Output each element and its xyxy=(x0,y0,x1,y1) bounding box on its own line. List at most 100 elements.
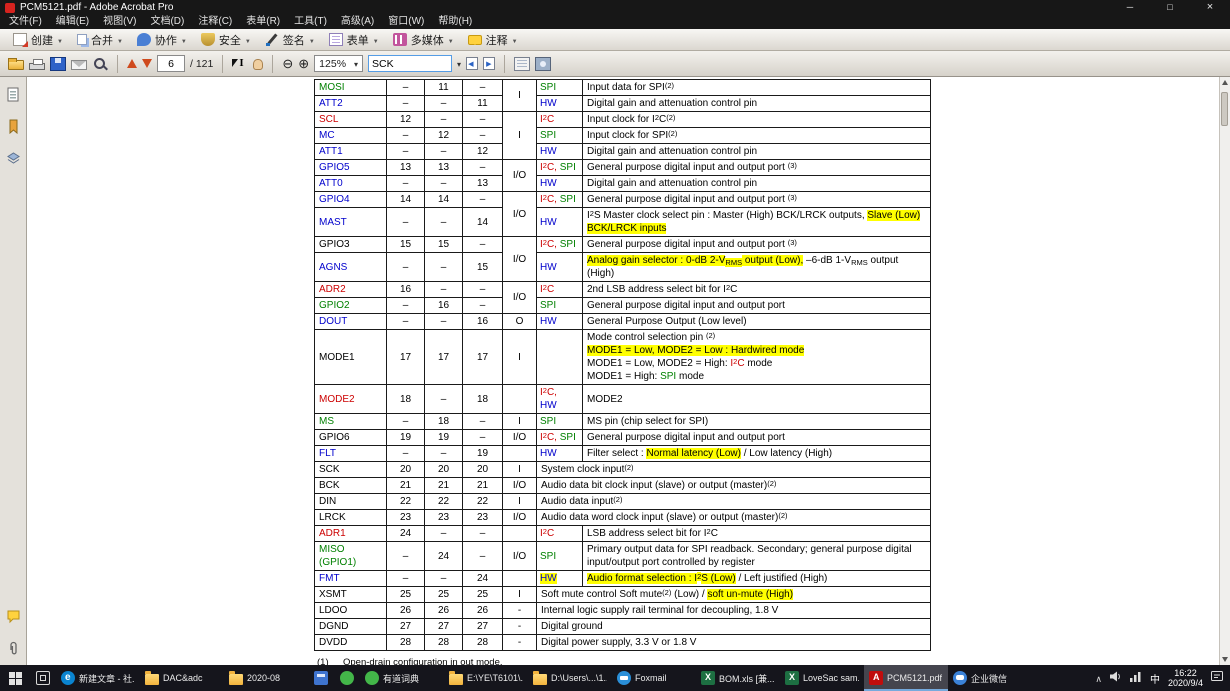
pin-number-cell: – xyxy=(387,542,425,571)
menu-item[interactable]: 注释(C) xyxy=(191,15,239,29)
dropdown-caret-icon xyxy=(448,34,454,46)
taskbar-button[interactable]: 2020-08 xyxy=(224,665,308,691)
menu-item[interactable]: 帮助(H) xyxy=(431,15,479,29)
description-cell: Primary output data for SPI readback. Se… xyxy=(583,542,931,571)
interface-cell: HW xyxy=(537,571,583,587)
youdao-icon xyxy=(340,671,354,685)
menu-item[interactable]: 窗口(W) xyxy=(381,15,431,29)
youdao-icon xyxy=(365,671,379,685)
pin-number-cell: – xyxy=(387,298,425,314)
input-method-indicator[interactable]: 中 xyxy=(1150,671,1160,686)
pin-number-cell: 16 xyxy=(463,314,503,330)
zoom-level-select[interactable]: 125% xyxy=(314,55,363,72)
zoom-in-icon[interactable] xyxy=(298,57,309,71)
taskbar-button[interactable]: E:\YE\T6101\... xyxy=(444,665,528,691)
multimedia-button[interactable]: 多媒体 xyxy=(386,30,461,50)
minimize-button[interactable] xyxy=(1110,0,1150,15)
scroll-up-icon[interactable] xyxy=(1220,77,1230,89)
hand-tool-icon[interactable] xyxy=(253,59,263,70)
layers-icon[interactable] xyxy=(4,149,22,167)
close-button[interactable] xyxy=(1190,0,1230,15)
start-button[interactable] xyxy=(0,665,30,691)
io-cell xyxy=(503,571,537,587)
pin-name-cell: GPIO4 xyxy=(315,192,387,208)
taskbar-clock[interactable]: 16:22 2020/9/4 xyxy=(1168,668,1203,688)
taskbar-button-label: 新建文章 - 社... xyxy=(79,672,135,685)
snapshot-icon[interactable] xyxy=(535,57,551,71)
taskbar-button[interactable]: 企业微信 xyxy=(948,665,1032,691)
secure-button[interactable]: 安全 xyxy=(194,30,258,50)
find-input[interactable] xyxy=(368,55,452,72)
next-page-button[interactable] xyxy=(142,59,152,68)
comment-button[interactable]: 注释 xyxy=(461,30,525,50)
email-icon[interactable] xyxy=(71,60,87,70)
description-cell: Digital gain and attenuation control pin xyxy=(583,96,931,112)
hidden-icons-chevron[interactable] xyxy=(1095,669,1102,687)
menu-item[interactable]: 文档(D) xyxy=(143,15,191,29)
save-icon[interactable] xyxy=(50,57,66,71)
taskbar-button[interactable]: D:\Users\...\1... xyxy=(528,665,612,691)
taskbar-button[interactable] xyxy=(308,665,334,691)
taskbar-button[interactable]: DAC&adc xyxy=(140,665,224,691)
vertical-scrollbar[interactable] xyxy=(1219,77,1230,665)
find-previous-icon[interactable] xyxy=(466,57,478,70)
create-button[interactable]: 创建 xyxy=(6,30,70,50)
taskbar-button[interactable]: 新建文章 - 社... xyxy=(56,665,140,691)
taskbar-button[interactable]: PCM5121.pdf ... xyxy=(864,665,948,691)
taskbar-button[interactable]: Foxmail xyxy=(612,665,696,691)
select-tool-icon[interactable] xyxy=(232,57,248,71)
taskbar-button[interactable] xyxy=(30,665,56,691)
pin-number-cell: – xyxy=(387,446,425,462)
maximize-button[interactable] xyxy=(1150,0,1190,15)
pin-number-cell: 27 xyxy=(387,619,425,635)
pin-number-cell: 17 xyxy=(425,330,463,385)
description-cell: General purpose digital input and output… xyxy=(583,160,931,176)
table-row: LDOO262626-Internal logic supply rail te… xyxy=(315,603,931,619)
pin-name-cell: FLT xyxy=(315,446,387,462)
page-thumbnails-icon[interactable] xyxy=(4,85,22,103)
description-cell: I2S Master clock select pin : Master (Hi… xyxy=(583,208,931,237)
volume-icon[interactable] xyxy=(1110,669,1122,687)
pin-number-cell: 19 xyxy=(463,446,503,462)
menu-item[interactable]: 工具(T) xyxy=(287,15,334,29)
find-next-icon[interactable] xyxy=(483,57,495,70)
attachments-icon[interactable] xyxy=(4,639,22,657)
pin-name-cell: DOUT xyxy=(315,314,387,330)
pin-number-cell: 14 xyxy=(387,192,425,208)
search-icon[interactable] xyxy=(92,57,108,71)
pin-number-cell: 26 xyxy=(387,603,425,619)
comments-icon[interactable] xyxy=(4,607,22,625)
print-icon[interactable] xyxy=(29,63,45,70)
menu-item[interactable]: 视图(V) xyxy=(96,15,143,29)
taskbar-button[interactable]: 有道词典 xyxy=(360,665,444,691)
taskbar-button[interactable]: LoveSac sam... xyxy=(780,665,864,691)
taskbar-button[interactable] xyxy=(334,665,360,691)
page-number-input[interactable] xyxy=(157,55,185,72)
bookmarks-icon[interactable] xyxy=(4,117,22,135)
find-dropdown-icon[interactable] xyxy=(457,58,461,70)
pin-number-cell: 13 xyxy=(463,176,503,192)
io-cell: - xyxy=(503,603,537,619)
description-cell: Analog gain selector : 0-dB 2-VRMS outpu… xyxy=(583,253,931,282)
combine-button[interactable]: 合并 xyxy=(70,30,130,50)
scrolling-mode-icon[interactable] xyxy=(514,57,530,71)
network-icon[interactable] xyxy=(1130,669,1142,687)
zoom-out-icon[interactable] xyxy=(282,57,293,71)
menu-item[interactable]: 编辑(E) xyxy=(49,15,96,29)
action-center-icon[interactable] xyxy=(1211,669,1223,687)
menu-item[interactable]: 表单(R) xyxy=(239,15,287,29)
open-file-icon[interactable] xyxy=(8,60,24,70)
forms-button[interactable]: 表单 xyxy=(322,30,386,50)
collaborate-button[interactable]: 协作 xyxy=(130,30,194,50)
scroll-down-icon[interactable] xyxy=(1220,653,1230,665)
pin-name-cell: MODE2 xyxy=(315,385,387,414)
window-title: PCM5121.pdf - Adobe Acrobat Pro xyxy=(20,0,1110,15)
sign-button[interactable]: 签名 xyxy=(258,30,322,50)
menu-item[interactable]: 高级(A) xyxy=(334,15,381,29)
pin-number-cell: 19 xyxy=(387,430,425,446)
taskbar-button[interactable]: BOM.xls [兼... xyxy=(696,665,780,691)
menu-item[interactable]: 文件(F) xyxy=(2,15,49,29)
pin-name-cell: ATT1 xyxy=(315,144,387,160)
previous-page-button[interactable] xyxy=(127,59,137,68)
scrollbar-thumb[interactable] xyxy=(1221,92,1228,126)
